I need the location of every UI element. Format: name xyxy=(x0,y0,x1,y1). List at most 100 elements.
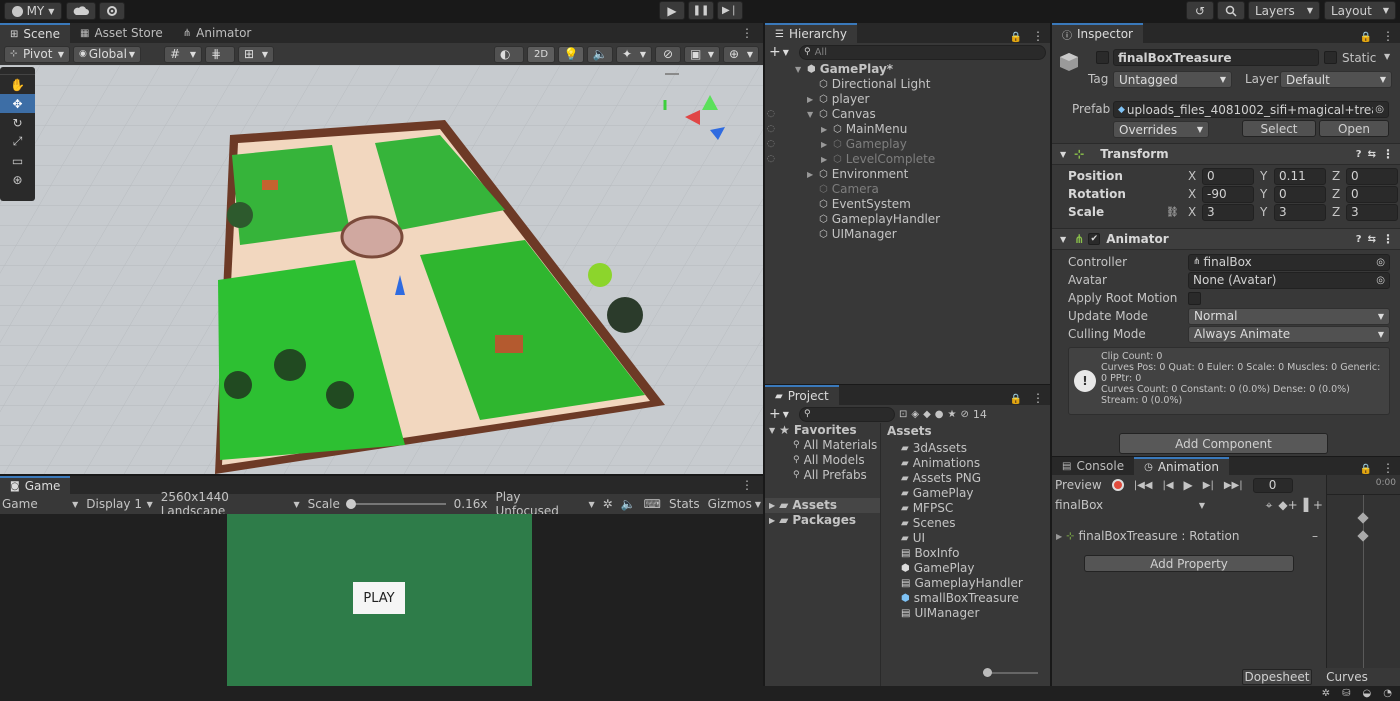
rotation-x-field[interactable]: -90 xyxy=(1202,185,1254,203)
pivot-dropdown[interactable]: ⊹ Pivot ▼ xyxy=(4,45,70,63)
project-create-button[interactable]: + ▼ xyxy=(769,406,795,422)
game-menu-button[interactable]: ⋮ xyxy=(731,476,763,494)
object-name-field[interactable]: finalBoxTreasure xyxy=(1113,49,1319,66)
grid-visibility-dropdown[interactable]: ⊞ ▼ xyxy=(238,45,274,63)
static-dropdown-icon[interactable]: ▼ xyxy=(1384,52,1390,61)
more-icon[interactable]: ⋮ xyxy=(1376,29,1400,43)
project-search-input[interactable]: ⚲ xyxy=(799,406,895,422)
cache-server-icon[interactable]: ⛁ xyxy=(1342,688,1350,699)
tab-animation[interactable]: ◷ Animation xyxy=(1134,457,1230,475)
record-icon[interactable] xyxy=(1111,479,1124,491)
hierarchy-item[interactable]: ◌ ▶ ⬡ MainMenu xyxy=(765,122,1050,137)
undo-history-button[interactable]: ↺ xyxy=(1186,1,1214,20)
presets-icon[interactable]: ⇆ xyxy=(1368,149,1376,160)
shading-mode-dropdown[interactable]: ◐ xyxy=(494,45,524,63)
bug-icon[interactable]: ✲ xyxy=(603,497,613,511)
favorites-node[interactable]: ▼ ★ Favorites xyxy=(765,423,880,438)
notification-icon[interactable]: ◔ xyxy=(1383,688,1392,699)
visibility-toggle-icon[interactable]: ◌ xyxy=(767,107,775,122)
hand-tool-button[interactable]: ✋ xyxy=(0,75,35,94)
settings-button[interactable] xyxy=(99,2,125,20)
favorite-star-icon[interactable]: ★ xyxy=(948,409,957,420)
hierarchy-item[interactable]: ◌ ▶ ⬡ Gameplay xyxy=(765,137,1050,152)
tab-asset-store[interactable]: ▦ Asset Store xyxy=(70,23,173,43)
hidden-packages-icon[interactable]: ⊘ xyxy=(961,409,969,420)
lock-icon[interactable]: 🔒 xyxy=(1006,394,1026,405)
tree-packages-node[interactable]: ▶ ▰ Packages xyxy=(765,513,880,528)
prev-keyframe-icon[interactable]: |◀ xyxy=(1162,480,1173,491)
visibility-toggle-icon[interactable]: ◌ xyxy=(767,152,775,167)
position-x-field[interactable]: 0 xyxy=(1202,167,1254,185)
scene-menu-button[interactable]: ⋮ xyxy=(731,23,763,43)
hidden-objects-toggle[interactable]: ⊘ xyxy=(655,45,681,63)
hierarchy-item[interactable]: ▶ ⬡ Environment xyxy=(765,167,1050,182)
update-mode-dropdown[interactable]: Normal ▼ xyxy=(1188,307,1390,325)
more-icon[interactable]: ⋮ xyxy=(1382,232,1394,246)
expand-arrow-icon[interactable]: ▶ xyxy=(807,167,815,182)
add-component-button[interactable]: Add Component xyxy=(1119,433,1328,454)
keyboard-icon[interactable]: ⌨ xyxy=(644,497,661,511)
add-event-icon[interactable]: ▌+ xyxy=(1304,498,1323,512)
pause-button[interactable]: ❚❚ xyxy=(688,1,714,20)
hierarchy-item[interactable]: ⬡ UIManager xyxy=(765,227,1050,242)
visibility-toggle-icon[interactable]: ◌ xyxy=(767,122,775,137)
asset-item[interactable]: ▰ UI xyxy=(883,531,1050,546)
tab-animator[interactable]: ⋔ Animator xyxy=(173,23,262,43)
scale-y-field[interactable]: 3 xyxy=(1274,203,1326,221)
curves-tab[interactable]: Curves xyxy=(1314,669,1380,685)
rotation-z-field[interactable]: 0 xyxy=(1346,185,1398,203)
add-property-button[interactable]: Add Property xyxy=(1084,555,1294,572)
clip-dropdown[interactable]: finalBox ▼ xyxy=(1055,498,1205,512)
favorites-item[interactable]: ⚲ All Prefabs xyxy=(765,468,880,483)
lighting-toggle[interactable]: 💡 xyxy=(558,45,584,63)
tab-hierarchy[interactable]: ☰ Hierarchy xyxy=(765,23,857,43)
hierarchy-item[interactable]: ◌ ▼ ⬡ Canvas xyxy=(765,107,1050,122)
timeline-ruler[interactable]: 0:00 xyxy=(1327,475,1400,495)
dopesheet-tab[interactable]: Dopesheet xyxy=(1242,669,1312,685)
culling-mode-dropdown[interactable]: Always Animate ▼ xyxy=(1188,325,1390,343)
hierarchy-item[interactable]: ⬡ EventSystem xyxy=(765,197,1050,212)
rotate-tool-button[interactable]: ↻ xyxy=(0,113,35,132)
asset-item[interactable]: ⬢ smallBoxTreasure xyxy=(883,591,1050,606)
game-play-button[interactable]: PLAY xyxy=(353,582,405,614)
lock-icon[interactable]: 🔒 xyxy=(1356,32,1376,43)
gizmos-dropdown-game[interactable]: Gizmos ▼ xyxy=(708,497,761,511)
expand-arrow-icon[interactable]: ▶ xyxy=(821,152,829,167)
frame-field[interactable]: 0 xyxy=(1252,477,1293,493)
asset-item[interactable]: ▰ Animations xyxy=(883,456,1050,471)
icon-size-slider-handle[interactable] xyxy=(983,668,992,677)
scale-slider-handle[interactable] xyxy=(345,499,356,509)
object-picker-icon[interactable]: ◎ xyxy=(1376,275,1385,286)
more-icon[interactable]: ⋮ xyxy=(1026,391,1050,405)
avatar-field[interactable]: None (Avatar) ◎ xyxy=(1188,271,1390,289)
help-icon[interactable]: ? xyxy=(1356,149,1362,160)
search-button[interactable] xyxy=(1217,1,1245,20)
presets-icon[interactable]: ⇆ xyxy=(1368,234,1376,245)
add-keyframe-icon[interactable]: ◆+ xyxy=(1278,498,1297,512)
first-keyframe-icon[interactable]: |◀◀ xyxy=(1134,480,1153,491)
asset-item[interactable]: ▰ 3dAssets xyxy=(883,441,1050,456)
animator-header[interactable]: ▼ ⋔ ✔ Animator ? ⇆ ⋮ xyxy=(1052,228,1400,250)
prefab-select-button[interactable]: Select xyxy=(1242,120,1316,137)
asset-item[interactable]: ▤ GameplayHandler xyxy=(883,576,1050,591)
asset-item[interactable]: ▰ MFPSC xyxy=(883,501,1050,516)
scale-x-field[interactable]: 3 xyxy=(1202,203,1254,221)
preview-toggle[interactable]: Preview xyxy=(1055,478,1102,492)
account-button[interactable]: MY ▼ xyxy=(4,2,62,20)
effects-dropdown[interactable]: ✦ ▼ xyxy=(616,45,652,63)
expand-arrow-icon[interactable]: ▼ xyxy=(807,107,815,122)
tab-game[interactable]: ◙ Game xyxy=(0,476,71,494)
help-icon[interactable]: ? xyxy=(1356,234,1362,245)
more-icon[interactable]: ⋮ xyxy=(1376,461,1400,475)
filter-by-selection-icon[interactable]: ⌖ xyxy=(1266,498,1273,513)
layout-dropdown[interactable]: Layout ▼ xyxy=(1324,1,1396,20)
dopesheet-timeline[interactable]: 0:00 xyxy=(1326,475,1400,668)
remove-property-icon[interactable]: – xyxy=(1312,529,1318,543)
tab-inspector[interactable]: ⓘ Inspector xyxy=(1052,23,1143,43)
tab-scene[interactable]: ⊞ Scene xyxy=(0,23,70,43)
lock-icon[interactable]: 🔒 xyxy=(1356,464,1376,475)
tool-palette-handle[interactable] xyxy=(0,67,35,75)
animator-enabled-checkbox[interactable]: ✔ xyxy=(1088,233,1101,245)
game-view-dropdown[interactable]: Game ▼ xyxy=(2,497,78,511)
asset-item[interactable]: ▤ UIManager xyxy=(883,606,1050,621)
